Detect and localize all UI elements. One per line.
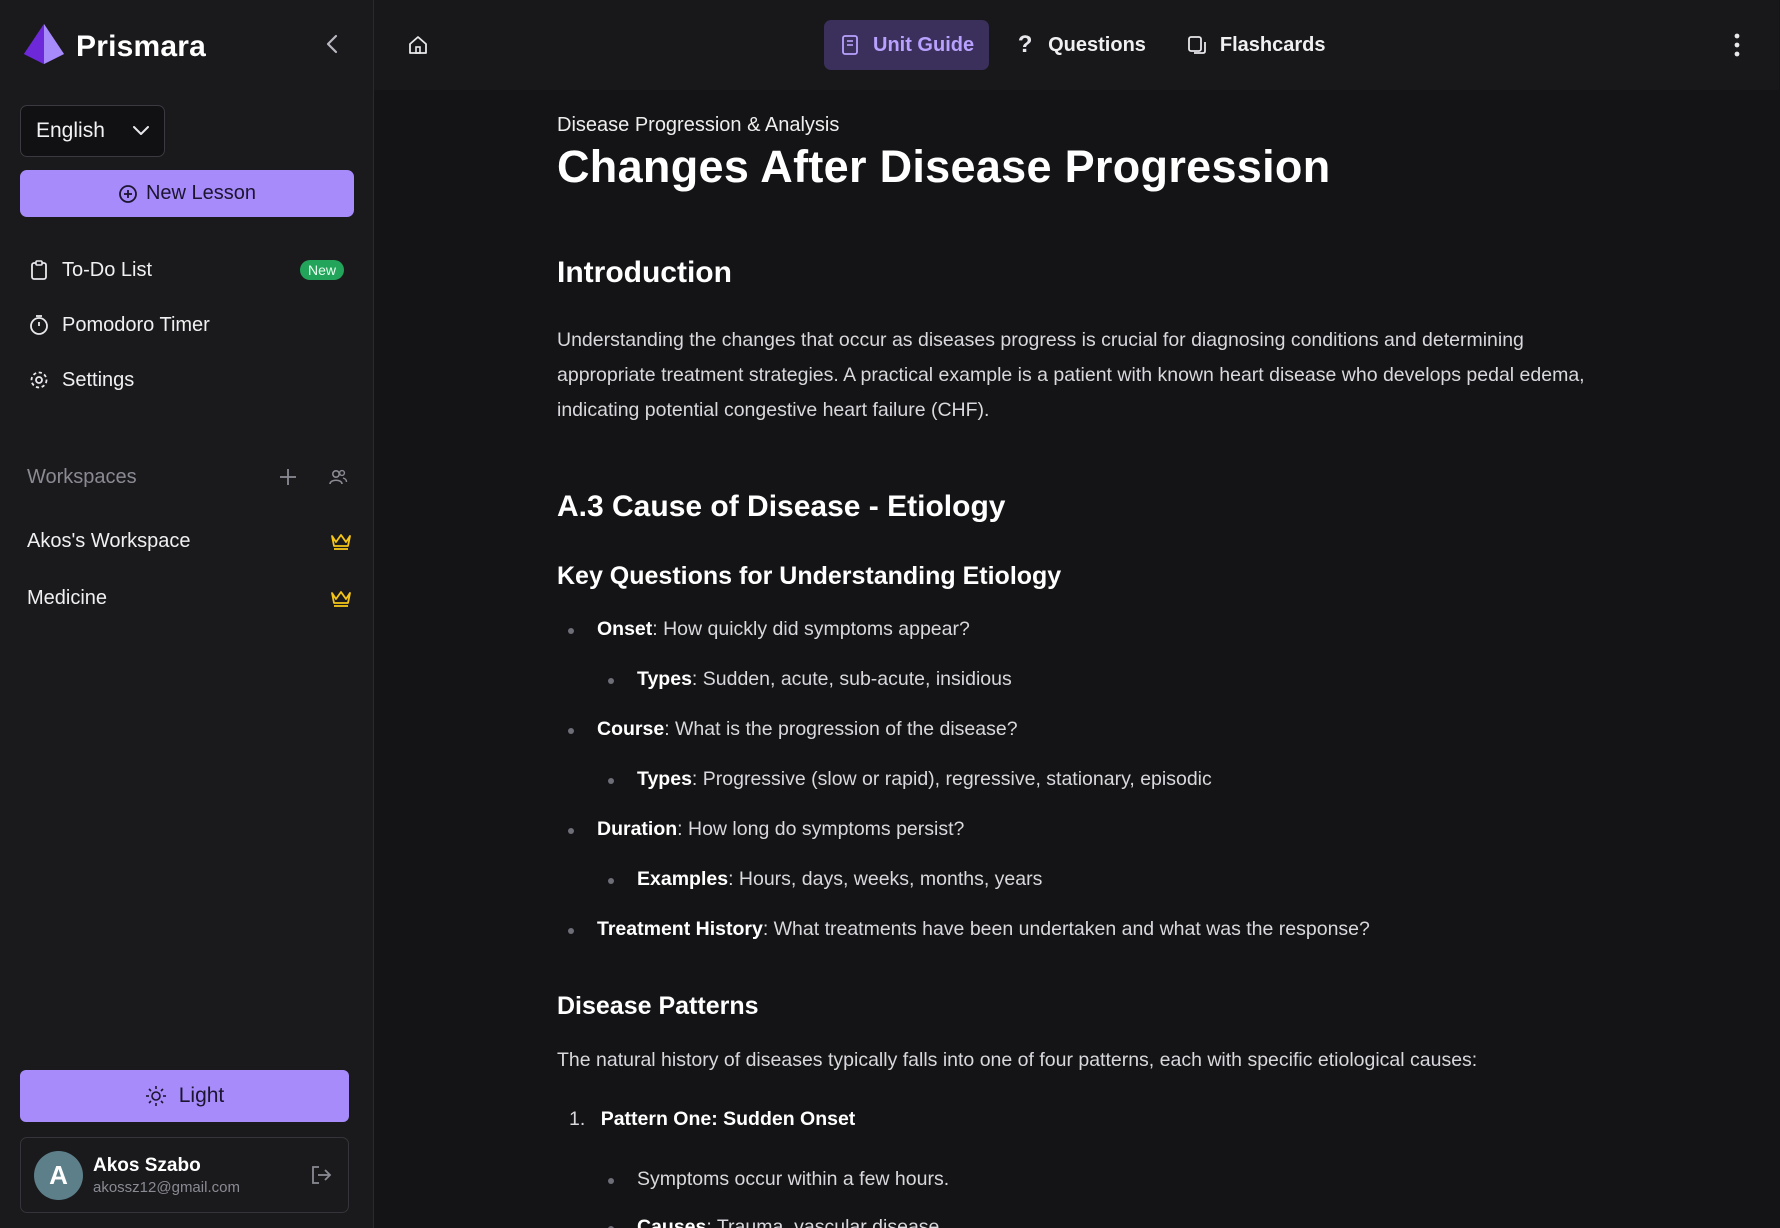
nav-item-todo[interactable]: To-Do List New — [28, 248, 348, 292]
home-icon — [409, 36, 427, 54]
home-button[interactable] — [404, 31, 432, 59]
intro-paragraph: Understanding the changes that occur as … — [557, 329, 1585, 421]
timer-icon — [30, 315, 48, 335]
list-number: 1. — [569, 1108, 586, 1130]
chevron-down-icon — [133, 126, 149, 135]
breadcrumb: Disease Progression & Analysis — [557, 114, 840, 136]
workspaces-label: Workspaces — [27, 465, 137, 488]
list-item: Duration: How long do symptoms persist? — [597, 818, 965, 840]
sun-icon — [145, 1086, 166, 1106]
list-item: Treatment History: What treatments have … — [597, 918, 1370, 940]
user-card: A Akos Szabo akossz12@gmail.com — [20, 1137, 349, 1213]
bullet — [568, 828, 574, 834]
workspace-label: Medicine — [27, 586, 108, 609]
prismara-logo-icon — [22, 22, 66, 71]
add-workspace-button[interactable] — [274, 463, 302, 491]
nav-item-label: Pomodoro Timer — [62, 313, 210, 336]
cards-icon — [1188, 36, 1206, 54]
tab-label: Flashcards — [1219, 33, 1326, 56]
collapse-sidebar-button[interactable] — [318, 30, 346, 58]
section-heading: A.3 Cause of Disease - Etiology — [557, 490, 1006, 523]
brand-name: Prismara — [76, 29, 207, 63]
bullet — [568, 628, 574, 634]
question-icon: ? — [1017, 31, 1033, 58]
intro-heading: Introduction — [557, 256, 732, 289]
nav-item-label: Settings — [62, 368, 135, 391]
patterns-heading: Disease Patterns — [557, 992, 759, 1020]
bullet — [608, 1178, 614, 1184]
main-content: Unit Guide ? Questions Flashcards Diseas… — [374, 0, 1780, 1228]
crown-icon — [331, 591, 351, 607]
gear-icon — [30, 371, 48, 389]
list-item: Onset: How quickly did symptoms appear? — [597, 618, 970, 640]
logout-button[interactable] — [306, 1160, 336, 1190]
ordered-list-item: 1. Pattern One: Sudden Onset — [569, 1108, 855, 1131]
kebab-menu-icon — [1734, 33, 1740, 57]
subsection-heading: Key Questions for Understanding Etiology — [557, 562, 1062, 590]
clipboard-icon — [31, 260, 47, 280]
plus-circle-icon — [119, 184, 137, 203]
tab-questions[interactable]: ? Questions — [999, 20, 1161, 70]
logout-icon — [312, 1166, 332, 1184]
theme-toggle-button[interactable]: Light — [20, 1070, 349, 1122]
more-options-button[interactable] — [1722, 30, 1752, 60]
new-lesson-button[interactable]: New Lesson — [20, 170, 354, 217]
nav-item-pomodoro[interactable]: Pomodoro Timer — [28, 303, 348, 347]
pattern-title: Pattern One: Sudden Onset — [600, 1108, 856, 1130]
list-item: Course: What is the progression of the d… — [597, 718, 1018, 740]
language-select[interactable]: English — [20, 105, 165, 157]
tab-label: Unit Guide — [873, 33, 975, 56]
nav-item-settings[interactable]: Settings — [28, 358, 348, 402]
top-bar: Unit Guide ? Questions Flashcards — [374, 0, 1779, 90]
crown-icon — [331, 534, 351, 550]
book-icon — [842, 35, 858, 55]
patterns-intro: The natural history of diseases typicall… — [557, 1049, 1478, 1071]
bullet — [568, 728, 574, 734]
list-item: Examples: Hours, days, weeks, months, ye… — [637, 868, 1043, 890]
tab-label: Questions — [1048, 33, 1146, 56]
theme-label: Light — [178, 1084, 225, 1107]
tab-unit-guide[interactable]: Unit Guide — [824, 20, 990, 70]
workspace-item[interactable]: Akos's Workspace — [27, 521, 352, 561]
user-email: akossz12@gmail.com — [93, 1178, 240, 1196]
workspace-item[interactable]: Medicine — [27, 578, 352, 618]
new-badge: New — [299, 260, 344, 280]
list-item: Symptoms occur within a few hours. — [637, 1168, 950, 1190]
avatar[interactable]: A — [34, 1150, 83, 1200]
workspace-label: Akos's Workspace — [27, 529, 191, 552]
tab-flashcards[interactable]: Flashcards — [1171, 20, 1341, 70]
new-lesson-label: New Lesson — [145, 182, 257, 204]
page-title: Changes After Disease Progression — [557, 141, 1331, 192]
list-item: Types: Sudden, acute, sub-acute, insidio… — [637, 668, 1012, 690]
bullet — [608, 778, 614, 784]
brand[interactable]: Prismara — [22, 22, 206, 71]
nav-item-label: To-Do List — [62, 258, 153, 281]
plus-icon — [280, 469, 296, 485]
shared-workspaces-button[interactable] — [324, 463, 352, 491]
bullet — [608, 678, 614, 684]
workspaces-header: Workspaces — [27, 460, 352, 494]
users-icon — [329, 469, 348, 485]
list-item: Causes: Trauma, vascular disease — [637, 1216, 940, 1228]
language-value: English — [36, 119, 105, 142]
list-item: Types: Progressive (slow or rapid), regr… — [637, 768, 1212, 790]
unit-guide-article: Disease Progression & Analysis Changes A… — [557, 114, 1597, 193]
chevron-left-icon — [326, 34, 338, 54]
tab-bar: Unit Guide ? Questions Flashcards — [824, 20, 1341, 70]
bullet — [568, 928, 574, 934]
user-name: Akos Szabo — [93, 1154, 201, 1176]
bullet — [608, 878, 614, 884]
sidebar: Prismara English New Lesson To-Do List N… — [0, 0, 374, 1228]
